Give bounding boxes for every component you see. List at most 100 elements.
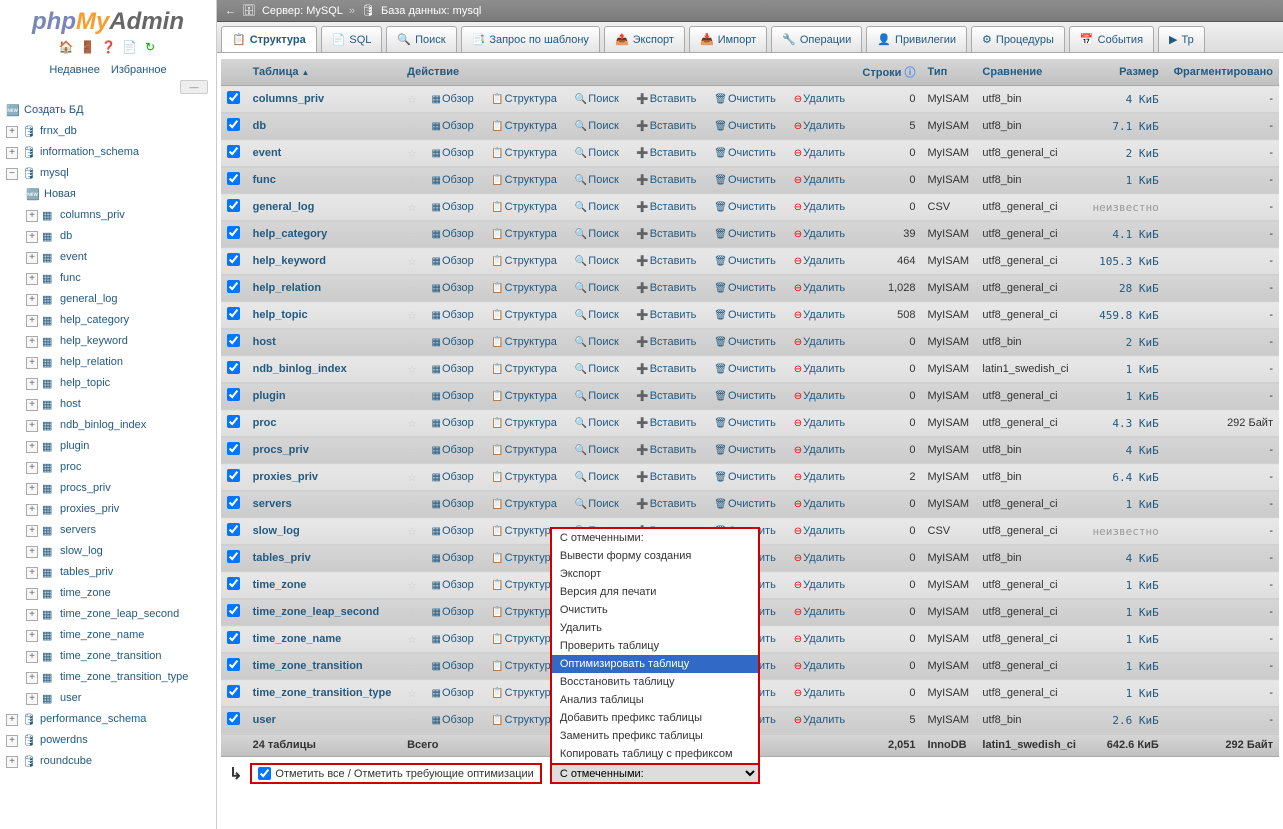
- table-name-link[interactable]: help_category: [253, 228, 328, 240]
- action-insert[interactable]: ➕Вставить: [634, 282, 698, 294]
- favorite-star-icon[interactable]: ☆: [407, 499, 417, 511]
- tree-item[interactable]: +▦user: [2, 688, 214, 709]
- tree-expand-icon[interactable]: +: [26, 609, 38, 621]
- action-browse[interactable]: ▦Обзор: [430, 687, 476, 699]
- action-drop[interactable]: ⊖Удалить: [792, 228, 847, 240]
- action-structure[interactable]: 📋Структура: [489, 714, 559, 726]
- tree-expand-icon[interactable]: +: [26, 252, 38, 264]
- action-empty[interactable]: 🗑Очистить: [712, 174, 778, 186]
- tree-expand-icon[interactable]: +: [6, 147, 18, 159]
- row-checkbox[interactable]: [227, 145, 240, 158]
- action-structure[interactable]: 📋Структура: [489, 552, 559, 564]
- tab-поиск[interactable]: 🔍Поиск: [386, 26, 456, 52]
- tree-expand-icon[interactable]: +: [26, 378, 38, 390]
- action-search[interactable]: 🔍Поиск: [573, 120, 621, 132]
- action-insert[interactable]: ➕Вставить: [634, 120, 698, 132]
- tree-item[interactable]: +▦proxies_priv: [2, 499, 214, 520]
- tree-item[interactable]: +▦plugin: [2, 436, 214, 457]
- tab-экспорт[interactable]: 📤Экспорт: [604, 26, 685, 52]
- tree-expand-icon[interactable]: +: [26, 693, 38, 705]
- row-checkbox[interactable]: [227, 172, 240, 185]
- row-checkbox[interactable]: [227, 334, 240, 347]
- row-checkbox[interactable]: [227, 226, 240, 239]
- tree-expand-icon[interactable]: +: [26, 546, 38, 558]
- action-drop[interactable]: ⊖Удалить: [792, 552, 847, 564]
- mark-all-checkbox[interactable]: [258, 767, 271, 780]
- action-browse[interactable]: ▦Обзор: [430, 336, 476, 348]
- tree-item[interactable]: +🛢frnx_db: [2, 121, 214, 142]
- row-checkbox[interactable]: [227, 712, 240, 725]
- tree-item[interactable]: 🆕Создать БД: [2, 100, 214, 121]
- bc-database[interactable]: База данных: mysql: [381, 5, 481, 17]
- tree-item[interactable]: +▦proc: [2, 457, 214, 478]
- table-name-link[interactable]: slow_log: [253, 525, 300, 537]
- action-insert[interactable]: ➕Вставить: [634, 336, 698, 348]
- action-search[interactable]: 🔍Поиск: [573, 390, 621, 402]
- action-browse[interactable]: ▦Обзор: [430, 201, 476, 213]
- favorite-star-icon[interactable]: ☆: [407, 229, 417, 241]
- row-checkbox[interactable]: [227, 280, 240, 293]
- table-name-link[interactable]: tables_priv: [253, 552, 311, 564]
- action-empty[interactable]: 🗑Очистить: [712, 255, 778, 267]
- favorite-star-icon[interactable]: ☆: [407, 634, 417, 646]
- action-structure[interactable]: 📋Структура: [489, 606, 559, 618]
- action-insert[interactable]: ➕Вставить: [634, 498, 698, 510]
- tree-item[interactable]: +▦slow_log: [2, 541, 214, 562]
- action-empty[interactable]: 🗑Очистить: [712, 120, 778, 132]
- favorite-star-icon[interactable]: ☆: [407, 148, 417, 160]
- action-search[interactable]: 🔍Поиск: [573, 363, 621, 375]
- action-insert[interactable]: ➕Вставить: [634, 147, 698, 159]
- action-structure[interactable]: 📋Структура: [489, 93, 559, 105]
- tree-expand-icon[interactable]: +: [26, 315, 38, 327]
- tree-expand-icon[interactable]: +: [26, 462, 38, 474]
- action-browse[interactable]: ▦Обзор: [430, 120, 476, 132]
- action-structure[interactable]: 📋Структура: [489, 471, 559, 483]
- action-search[interactable]: 🔍Поиск: [573, 174, 621, 186]
- action-structure[interactable]: 📋Структура: [489, 147, 559, 159]
- tree-expand-icon[interactable]: +: [26, 567, 38, 579]
- tree-item[interactable]: +▦func: [2, 268, 214, 289]
- action-structure[interactable]: 📋Структура: [489, 228, 559, 240]
- table-name-link[interactable]: time_zone_transition: [253, 660, 363, 672]
- action-structure[interactable]: 📋Структура: [489, 282, 559, 294]
- favorite-star-icon[interactable]: ☆: [407, 121, 417, 133]
- sql-icon[interactable]: 📄: [122, 40, 136, 54]
- favorite-star-icon[interactable]: ☆: [407, 445, 417, 457]
- menu-item[interactable]: Экспорт: [552, 565, 758, 583]
- tree-item[interactable]: +▦help_category: [2, 310, 214, 331]
- menu-item[interactable]: Добавить префикс таблицы: [552, 709, 758, 727]
- row-checkbox[interactable]: [227, 523, 240, 536]
- menu-item[interactable]: Очистить: [552, 601, 758, 619]
- table-name-link[interactable]: proc: [253, 417, 277, 429]
- action-drop[interactable]: ⊖Удалить: [792, 687, 847, 699]
- action-browse[interactable]: ▦Обзор: [430, 309, 476, 321]
- tab-тр[interactable]: ▶Тр: [1158, 26, 1205, 52]
- tree-item[interactable]: +▦tables_priv: [2, 562, 214, 583]
- favorite-star-icon[interactable]: ☆: [407, 202, 417, 214]
- action-empty[interactable]: 🗑Очистить: [712, 336, 778, 348]
- col-size[interactable]: Размер: [1085, 59, 1165, 86]
- action-drop[interactable]: ⊖Удалить: [792, 714, 847, 726]
- col-rows[interactable]: Строки ⓘ: [855, 59, 922, 86]
- tree-expand-icon[interactable]: +: [26, 357, 38, 369]
- action-search[interactable]: 🔍Поиск: [573, 498, 621, 510]
- tab-запрос по шаблону[interactable]: 📑Запрос по шаблону: [461, 26, 600, 52]
- tree-expand-icon[interactable]: +: [26, 441, 38, 453]
- reload-icon[interactable]: ↻: [143, 40, 157, 54]
- favorite-star-icon[interactable]: ☆: [407, 364, 417, 376]
- row-checkbox[interactable]: [227, 496, 240, 509]
- action-insert[interactable]: ➕Вставить: [634, 93, 698, 105]
- home-icon[interactable]: 🏠: [59, 40, 73, 54]
- favorite-star-icon[interactable]: ☆: [407, 607, 417, 619]
- action-structure[interactable]: 📋Структура: [489, 363, 559, 375]
- tree-expand-icon[interactable]: +: [26, 294, 38, 306]
- action-structure[interactable]: 📋Структура: [489, 390, 559, 402]
- row-checkbox[interactable]: [227, 631, 240, 644]
- action-structure[interactable]: 📋Структура: [489, 255, 559, 267]
- action-structure[interactable]: 📋Структура: [489, 120, 559, 132]
- table-name-link[interactable]: plugin: [253, 390, 286, 402]
- row-checkbox[interactable]: [227, 604, 240, 617]
- table-name-link[interactable]: columns_priv: [253, 93, 325, 105]
- action-insert[interactable]: ➕Вставить: [634, 201, 698, 213]
- table-name-link[interactable]: proxies_priv: [253, 471, 318, 483]
